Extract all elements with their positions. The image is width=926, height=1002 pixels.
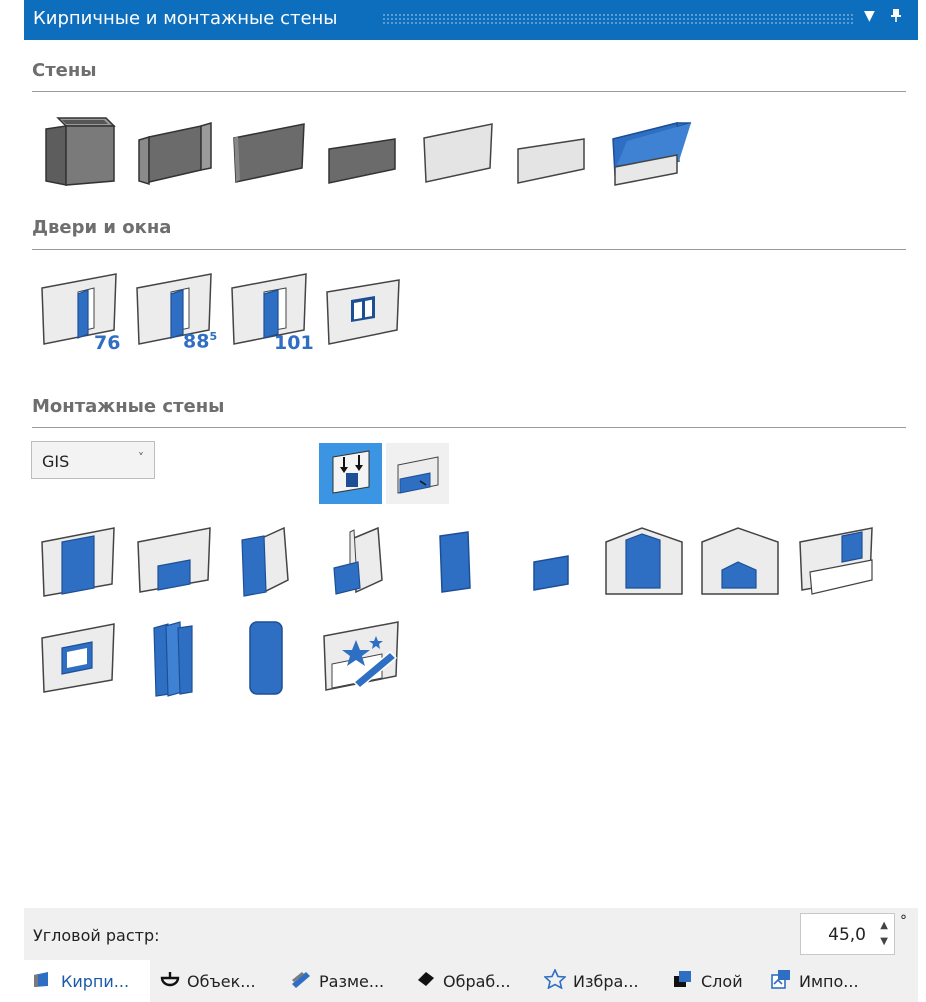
panel-small-tool[interactable] bbox=[530, 554, 574, 594]
star-icon bbox=[543, 968, 567, 993]
tab-label: Обраб... bbox=[443, 971, 511, 991]
door-width-label: 885 bbox=[183, 330, 218, 353]
titlebar-grip[interactable] bbox=[382, 13, 854, 25]
wall-box-tool[interactable] bbox=[44, 115, 116, 189]
wall-light-thick-tool[interactable] bbox=[420, 120, 496, 186]
tab-label: Объек... bbox=[187, 971, 256, 991]
dropdown-arrow-icon[interactable]: ▼ bbox=[864, 8, 875, 24]
panel-niche-low-tool[interactable] bbox=[700, 524, 782, 600]
window-tool[interactable] bbox=[323, 276, 405, 348]
mode-insert-button[interactable] bbox=[386, 443, 449, 504]
section-divider bbox=[32, 249, 906, 250]
panel-layered-tool[interactable] bbox=[796, 524, 878, 600]
door-width-superscript: 5 bbox=[209, 330, 218, 343]
wall-layered-tool[interactable] bbox=[607, 115, 695, 189]
door-101-tool[interactable]: 101 bbox=[228, 270, 318, 356]
wall-light-thin-tool[interactable] bbox=[514, 135, 588, 187]
angular-raster-spinner[interactable]: 45,0 ▲ ▼ bbox=[800, 913, 895, 955]
tab-objects[interactable]: Объек... bbox=[160, 960, 256, 1002]
chevron-down-icon: ˅ bbox=[138, 451, 144, 465]
column-profile-tool[interactable] bbox=[148, 620, 198, 700]
door-76-tool[interactable]: 76 bbox=[38, 270, 128, 356]
panel-niche-tool[interactable] bbox=[604, 524, 686, 600]
spin-up-icon[interactable]: ▲ bbox=[880, 920, 888, 931]
angular-raster-value[interactable]: 45,0 bbox=[828, 925, 866, 945]
panel-full-tool[interactable] bbox=[38, 524, 120, 600]
panel-low-tool[interactable] bbox=[134, 524, 216, 600]
section-mounting-header: Монтажные стены bbox=[32, 396, 225, 417]
panel-opening-tool[interactable] bbox=[38, 620, 120, 696]
system-select-value: GIS bbox=[42, 452, 70, 471]
pin-icon[interactable] bbox=[890, 8, 902, 25]
tab-layer[interactable]: Слой bbox=[672, 960, 743, 1002]
panel-standalone-tool[interactable] bbox=[436, 530, 476, 594]
door-88-tool[interactable]: 885 bbox=[133, 270, 223, 356]
dimension-icon bbox=[290, 970, 312, 992]
tab-brick-walls[interactable]: Кирпи... bbox=[24, 960, 150, 1002]
processing-icon bbox=[416, 970, 436, 992]
object-icon bbox=[160, 970, 180, 992]
wall-thick-tool[interactable] bbox=[230, 120, 308, 186]
door-width-label: 76 bbox=[94, 332, 121, 354]
tab-label: Кирпи... bbox=[61, 971, 130, 991]
tab-bar: Кирпи... Объек... Разме... Обраб... Избр… bbox=[24, 960, 918, 1002]
wizard-tool[interactable] bbox=[320, 616, 406, 696]
footer-bar: Угловой растр: 45,0 ▲ ▼ ° bbox=[24, 908, 918, 960]
section-walls-header: Стены bbox=[32, 60, 97, 81]
mode-place-button[interactable] bbox=[319, 443, 382, 504]
tab-label: Избра... bbox=[573, 971, 639, 991]
wall-corner-tool[interactable] bbox=[137, 120, 213, 186]
tab-import[interactable]: Импо... bbox=[770, 960, 859, 1002]
panel-corner-low-tool[interactable] bbox=[328, 524, 390, 600]
tab-label: Разме... bbox=[319, 971, 385, 991]
tab-label: Слой bbox=[701, 971, 743, 991]
import-icon bbox=[770, 969, 792, 993]
system-select[interactable]: GIS ˅ bbox=[31, 441, 155, 479]
tab-favorites[interactable]: Избра... bbox=[543, 960, 639, 1002]
tab-label: Импо... bbox=[799, 971, 859, 991]
degree-unit: ° bbox=[900, 913, 907, 929]
door-width-label: 101 bbox=[274, 332, 314, 354]
panel-titlebar: Кирпичные и монтажные стены ▼ bbox=[24, 0, 918, 40]
tab-dimensions[interactable]: Разме... bbox=[290, 960, 384, 1002]
panel-corner-tool[interactable] bbox=[238, 524, 296, 600]
layer-icon bbox=[672, 970, 694, 992]
section-divider bbox=[32, 427, 906, 428]
section-divider bbox=[32, 91, 906, 92]
spin-down-icon[interactable]: ▼ bbox=[880, 936, 888, 947]
tab-processing[interactable]: Обраб... bbox=[416, 960, 511, 1002]
panel-title: Кирпичные и монтажные стены bbox=[33, 8, 338, 29]
section-doors-header: Двери и окна bbox=[32, 217, 172, 238]
angular-raster-label: Угловой растр: bbox=[33, 926, 160, 945]
wall-thin-tool[interactable] bbox=[325, 135, 399, 187]
wall-icon bbox=[32, 970, 54, 992]
panel-rounded-tool[interactable] bbox=[244, 618, 290, 698]
